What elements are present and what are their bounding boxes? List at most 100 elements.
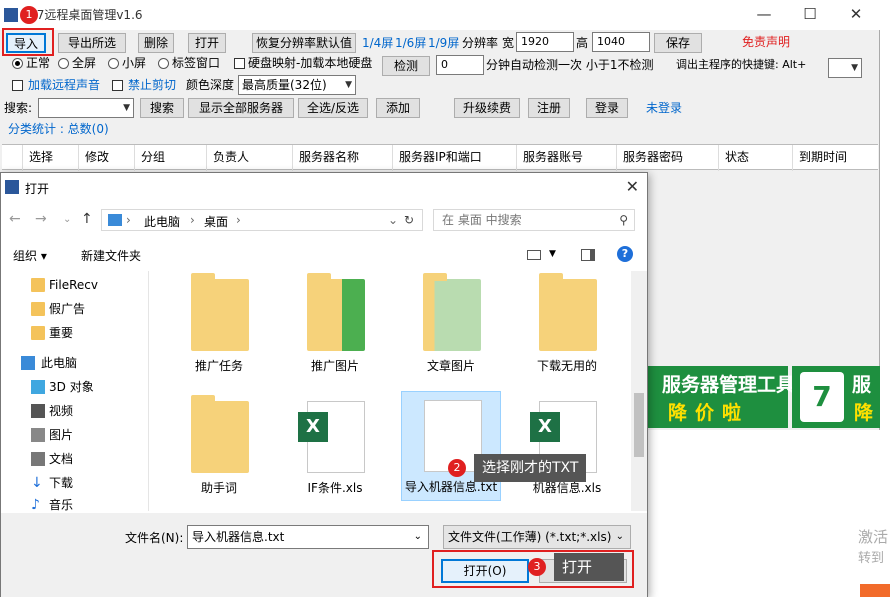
ninth-screen-link[interactable]: 1/9屏 [428, 34, 459, 52]
dialog-title-bar: 打开 ✕ [1, 173, 647, 203]
export-selected-button[interactable]: 导出所选 [58, 33, 126, 53]
app-icon [5, 180, 19, 194]
list-item[interactable]: 文章图片 [401, 271, 501, 381]
select-all-button[interactable]: 全选/反选 [298, 98, 368, 118]
promo-banner[interactable]: 服务器管理工具 降价啦 [640, 366, 795, 428]
list-item-selected[interactable]: 导入机器信息.txt [401, 391, 501, 501]
hotkey-label: 调出主程序的快捷键: Alt+ [676, 58, 807, 71]
auto-detect-text: 分钟自动检测一次 小于1不检测 [486, 58, 654, 72]
sidebar-item-fake-ads[interactable]: 假广告 [1, 297, 141, 321]
window-title: IIS7远程桌面管理v1.6 [22, 8, 143, 22]
no-clipboard-label[interactable]: 禁止剪切 [128, 76, 176, 94]
chevron-down-icon: ▼ [345, 80, 352, 90]
sidebar-item-documents[interactable]: 文档 [1, 447, 141, 471]
tab-window-radio[interactable] [158, 58, 169, 69]
quarter-screen-link[interactable]: 1/4屏 [362, 34, 393, 52]
title-bar: IIS7远程桌面管理v1.6 — ☐ ✕ [0, 0, 890, 30]
column-header[interactable]: 到期时间 [792, 145, 878, 171]
help-icon[interactable]: ? [617, 246, 633, 262]
add-button[interactable]: 添加 [376, 98, 420, 118]
chevron-down-icon[interactable]: ⌄ [63, 214, 71, 225]
detect-button[interactable]: 检测 [382, 56, 430, 76]
search-icon: ⚲ [619, 213, 628, 227]
sidebar-item-3d-objects[interactable]: 3D 对象 [1, 375, 141, 399]
width-input[interactable]: 1920 [516, 32, 574, 52]
delete-button[interactable]: 删除 [138, 33, 174, 53]
open-file-dialog: 打开 ✕ ← → ⌄ ↑ › 此电脑 › 桌面 › ⌄ ↻ 在 桌面 中搜索 ⚲… [0, 172, 648, 597]
back-icon[interactable]: ← [9, 211, 21, 227]
chevron-down-icon[interactable]: ⌄ [388, 213, 398, 227]
color-depth-select[interactable]: 最高质量(32位) ▼ [238, 75, 356, 95]
close-icon[interactable]: ✕ [834, 0, 878, 30]
login-button[interactable]: 登录 [586, 98, 628, 118]
scroll-thumb[interactable] [634, 393, 644, 457]
vertical-scrollbar[interactable] [631, 271, 647, 511]
list-item[interactable]: X 机器信息.xls [517, 393, 617, 503]
column-header[interactable]: 服务器名称 [292, 145, 392, 171]
sidebar-item-downloads[interactable]: ↓ 下载 [1, 471, 141, 495]
search-select[interactable]: ▼ [38, 98, 134, 118]
hotkey-select[interactable]: ▼ [828, 58, 862, 78]
register-button[interactable]: 注册 [528, 98, 570, 118]
width-label: 宽 [502, 36, 515, 50]
disclaimer-link[interactable]: 免责声明 [742, 33, 790, 51]
breadcrumb-item[interactable]: 桌面 [204, 213, 228, 230]
file-type-select[interactable]: 文件文件(工作薄) (*.txt;*.xls) ⌄ [443, 525, 631, 549]
sidebar-item-this-pc[interactable]: 此电脑 [1, 351, 141, 375]
save-button[interactable]: 保存 [654, 33, 702, 53]
list-item[interactable]: X IF条件.xls [285, 393, 385, 503]
address-bar[interactable]: › 此电脑 › 桌面 › ⌄ ↻ [101, 209, 423, 231]
maximize-icon[interactable]: ☐ [788, 0, 832, 30]
restore-resolution-button[interactable]: 恢复分辨率默认值 [252, 33, 356, 53]
sidebar-item-pictures[interactable]: 图片 [1, 423, 141, 447]
column-header[interactable]: 分组 [134, 145, 206, 171]
fullscreen-radio[interactable] [58, 58, 69, 69]
height-input[interactable]: 1040 [592, 32, 650, 52]
list-item[interactable]: 推广任务 [169, 271, 269, 381]
list-item[interactable]: 推广图片 [285, 271, 385, 381]
login-status: 未登录 [646, 101, 683, 115]
chevron-down-icon[interactable]: ▼ [549, 249, 556, 259]
column-header[interactable]: 负责人 [206, 145, 292, 171]
column-header[interactable]: 状态 [718, 145, 792, 171]
list-item[interactable]: 下载无用的 [517, 271, 617, 381]
forward-icon[interactable]: → [35, 211, 47, 227]
search-input[interactable]: 在 桌面 中搜索 ⚲ [433, 209, 635, 231]
file-type-value: 文件文件(工作薄) (*.txt;*.xls) [448, 530, 612, 544]
sidebar-item-videos[interactable]: 视频 [1, 399, 141, 423]
upgrade-button[interactable]: 升级续费 [454, 98, 520, 118]
column-header[interactable]: 服务器IP和端口 [392, 145, 516, 171]
sidebar-item-filerecv[interactable]: FileRecv [1, 273, 141, 297]
column-header[interactable]: 选择 [22, 145, 78, 171]
column-header[interactable]: 修改 [78, 145, 134, 171]
filename-input[interactable]: 导入机器信息.txt ⌄ [187, 525, 429, 549]
minimize-icon[interactable]: — [742, 0, 786, 30]
chevron-down-icon: ▼ [851, 63, 858, 73]
promo-banner[interactable]: 7 服 降 [792, 366, 880, 428]
remote-sound-checkbox[interactable] [12, 80, 23, 91]
view-icon[interactable] [527, 250, 541, 260]
search-button[interactable]: 搜索 [140, 98, 184, 118]
open-button[interactable]: 打开 [188, 33, 226, 53]
small-radio[interactable] [108, 58, 119, 69]
close-icon[interactable]: ✕ [626, 177, 639, 196]
new-folder-button[interactable]: 新建文件夹 [81, 247, 141, 264]
sidebar-item-important[interactable]: 重要 [1, 321, 141, 345]
detect-interval-input[interactable]: 0 [436, 55, 484, 75]
no-clipboard-checkbox[interactable] [112, 80, 123, 91]
list-item[interactable]: 助手词 [169, 393, 269, 503]
chevron-down-icon[interactable]: ⌄ [414, 526, 422, 548]
column-header[interactable]: 服务器账号 [516, 145, 616, 171]
preview-pane-icon[interactable] [581, 249, 595, 261]
organize-menu[interactable]: 组织 ▾ [13, 247, 47, 264]
normal-radio[interactable] [12, 58, 23, 69]
up-icon[interactable]: ↑ [81, 211, 93, 227]
show-all-servers-button[interactable]: 显示全部服务器 [188, 98, 294, 118]
disk-map-checkbox[interactable] [234, 58, 245, 69]
breadcrumb-item[interactable]: 此电脑 [144, 213, 180, 230]
refresh-icon[interactable]: ↻ [404, 213, 414, 227]
remote-sound-label[interactable]: 加载远程声音 [28, 76, 100, 94]
disk-map-label: 硬盘映射-加载本地硬盘 [248, 56, 373, 70]
column-header[interactable]: 服务器密码 [616, 145, 718, 171]
sixth-screen-link[interactable]: 1/6屏 [395, 34, 426, 52]
